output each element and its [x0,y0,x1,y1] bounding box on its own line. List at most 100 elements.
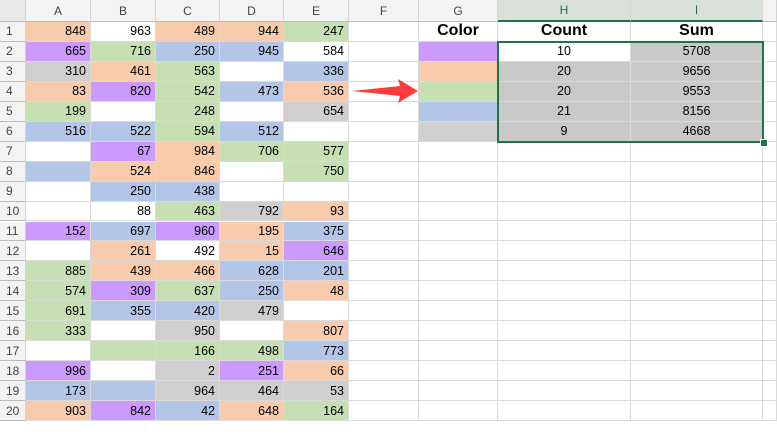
cell-f14[interactable] [349,281,419,302]
cell-i10[interactable] [631,201,763,222]
cell-e19[interactable]: 53 [284,381,349,402]
cell-c9[interactable]: 438 [156,181,220,202]
cell-f16[interactable] [349,321,419,342]
cell-e11[interactable]: 375 [284,221,349,242]
cell-a16[interactable]: 333 [26,321,91,342]
row-header-14[interactable]: 14 [0,281,26,302]
cell-i8[interactable] [631,161,763,182]
summary-header-count[interactable]: Count [498,22,631,42]
cell-f17[interactable] [349,341,419,362]
cell-f20[interactable] [349,401,419,421]
cell-b18[interactable] [91,361,156,382]
row-header-17[interactable]: 17 [0,341,26,362]
column-header-i[interactable]: I [631,0,763,22]
cell-e20[interactable]: 164 [284,401,349,421]
cell-c6[interactable]: 594 [156,121,220,142]
count-cell[interactable]: 20 [498,81,631,102]
cell-d17[interactable]: 498 [220,341,284,362]
cell-g8[interactable] [419,161,498,182]
cell-a15[interactable]: 691 [26,301,91,322]
cell-b6[interactable]: 522 [91,121,156,142]
cell-h17[interactable] [498,341,631,362]
cell-a18[interactable]: 996 [26,361,91,382]
cell-d2[interactable]: 945 [220,41,284,62]
cell-g18[interactable] [419,361,498,382]
cell-h12[interactable] [498,241,631,262]
cell-h8[interactable] [498,161,631,182]
cell-a6[interactable]: 516 [26,121,91,142]
color-swatch-cell[interactable] [419,101,498,122]
cell-g14[interactable] [419,281,498,302]
cell-c16[interactable]: 950 [156,321,220,342]
cell-e7[interactable]: 577 [284,141,349,162]
cell-c8[interactable]: 846 [156,161,220,182]
cell-f2[interactable] [349,41,419,62]
cell-e14[interactable]: 48 [284,281,349,302]
cell-b1[interactable]: 963 [91,22,156,42]
cell-d13[interactable]: 628 [220,261,284,282]
cell-d16[interactable] [220,321,284,342]
cell-a4[interactable]: 83 [26,81,91,102]
cell-d1[interactable]: 944 [220,22,284,42]
column-header-e[interactable]: E [284,0,349,22]
cell-f18[interactable] [349,361,419,382]
cell-e1[interactable]: 247 [284,22,349,42]
row-header-3[interactable]: 3 [0,61,26,82]
color-swatch-cell[interactable] [419,61,498,82]
sum-cell[interactable]: 9553 [631,81,763,102]
cell-c12[interactable]: 492 [156,241,220,262]
column-header-c[interactable]: C [156,0,220,22]
row-header-11[interactable]: 11 [0,221,26,242]
cell-h18[interactable] [498,361,631,382]
sum-cell[interactable]: 9656 [631,61,763,82]
cell-b7[interactable]: 67 [91,141,156,162]
cell-a8[interactable] [26,161,91,182]
cell-a13[interactable]: 885 [26,261,91,282]
cell-f7[interactable] [349,141,419,162]
cell-d8[interactable] [220,161,284,182]
cell-e8[interactable]: 750 [284,161,349,182]
row-header-13[interactable]: 13 [0,261,26,282]
cell-c15[interactable]: 420 [156,301,220,322]
select-all-corner[interactable] [0,0,26,22]
cell-b4[interactable]: 820 [91,81,156,102]
cell-c14[interactable]: 637 [156,281,220,302]
cell-e17[interactable]: 773 [284,341,349,362]
column-header-b[interactable]: B [91,0,156,22]
cell-d18[interactable]: 251 [220,361,284,382]
cell-e18[interactable]: 66 [284,361,349,382]
row-header-16[interactable]: 16 [0,321,26,342]
cell-i12[interactable] [631,241,763,262]
cell-d7[interactable]: 706 [220,141,284,162]
cell-f6[interactable] [349,121,419,142]
column-header-g[interactable]: G [419,0,498,22]
cell-d19[interactable]: 464 [220,381,284,402]
cell-e13[interactable]: 201 [284,261,349,282]
cell-g13[interactable] [419,261,498,282]
cell-a20[interactable]: 903 [26,401,91,421]
cell-i13[interactable] [631,261,763,282]
row-header-15[interactable]: 15 [0,301,26,322]
cell-h15[interactable] [498,301,631,322]
cell-e10[interactable]: 93 [284,201,349,222]
cell-b10[interactable]: 88 [91,201,156,222]
cell-a17[interactable] [26,341,91,362]
cell-d10[interactable]: 792 [220,201,284,222]
row-header-7[interactable]: 7 [0,141,26,162]
cell-g17[interactable] [419,341,498,362]
row-header-1[interactable]: 1 [0,22,26,42]
cell-e6[interactable] [284,121,349,142]
column-header-h[interactable]: H [498,0,631,22]
cell-i14[interactable] [631,281,763,302]
cell-b2[interactable]: 716 [91,41,156,62]
cell-d9[interactable] [220,181,284,202]
row-header-6[interactable]: 6 [0,121,26,142]
cell-f5[interactable] [349,101,419,122]
cell-h13[interactable] [498,261,631,282]
cell-a2[interactable]: 665 [26,41,91,62]
cell-c7[interactable]: 984 [156,141,220,162]
cell-b14[interactable]: 309 [91,281,156,302]
cell-d5[interactable] [220,101,284,122]
row-header-19[interactable]: 19 [0,381,26,402]
cell-d3[interactable] [220,61,284,82]
